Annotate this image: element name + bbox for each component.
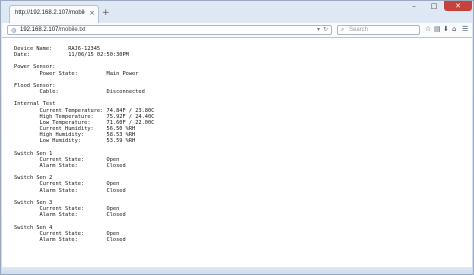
date-value: 11/06/15 02:50:30PM: [68, 52, 129, 59]
close-icon: ✕: [455, 2, 461, 10]
url-host: 192.168.2.107: [20, 27, 59, 33]
switch-3-current-label: Current State:: [39, 206, 85, 213]
search-box[interactable]: ⌕ Search: [337, 25, 420, 35]
high-temperature-value: 75.92F / 24.40C: [106, 113, 155, 120]
current-humidity-label: Current Humidity:: [39, 126, 94, 133]
download-icon[interactable]: ⬇: [443, 25, 449, 34]
switch-4-alarm-value: Closed: [106, 236, 126, 243]
flood-sensor-heading: Flood Sensor:: [14, 82, 56, 89]
low-temperature-label: Low Temperature:: [39, 119, 91, 126]
globe-icon: ◍: [11, 27, 17, 34]
menu-icon[interactable]: ☰: [462, 25, 468, 34]
close-tab-icon[interactable]: ×: [89, 9, 95, 18]
search-placeholder: Search: [349, 27, 369, 33]
switch-1-current-value: Open: [106, 156, 120, 163]
bookmarks-icon[interactable]: ▤: [434, 25, 441, 34]
switch-2-alarm-value: Closed: [106, 187, 126, 194]
power-sensor-heading: Power Sensor:: [14, 64, 56, 71]
date-label: Date:: [14, 52, 30, 59]
minimize-button[interactable]: –: [404, 1, 424, 11]
current-temperature-value: 74.84F / 23.80C: [106, 107, 155, 114]
tab-mobile-txt[interactable]: http://192.168.2.107/mobile.txt ×: [9, 5, 99, 23]
maximize-button[interactable]: □: [424, 1, 444, 11]
switch-2-current-value: Open: [106, 181, 120, 188]
high-humidity-value: 58.53 %RH: [106, 132, 136, 139]
low-humidity-value: 53.59 %RH: [106, 138, 136, 145]
switch-3-alarm-label: Alarm State:: [39, 212, 78, 219]
switch-2-heading: Switch Sen 2: [14, 175, 53, 182]
switch-4-alarm-label: Alarm State:: [39, 236, 78, 243]
dropdown-arrow-icon[interactable]: ▾: [317, 26, 320, 33]
switch-4-heading: Switch Sen 4: [14, 224, 53, 231]
cable-value: Disconnected: [106, 89, 145, 96]
switch-3-heading: Switch Sen 3: [14, 199, 53, 206]
browser-window: http://192.168.2.107/mobile.txt × + – □ …: [0, 0, 474, 275]
switch-1-alarm-value: Closed: [106, 162, 126, 169]
current-temperature-label: Current Temperature:: [39, 107, 104, 114]
navigation-bar: ◍ 192.168.2.107/mobile.txt ▾ ↻ ⌕ Search ☆…: [2, 23, 472, 38]
report-text: Device Name: RAJ6-12345 Date: 11/06/15 0…: [14, 46, 154, 243]
star-icon[interactable]: ☆: [425, 25, 431, 34]
switch-4-current-label: Current State:: [39, 230, 85, 237]
cable-label: Cable:: [39, 89, 59, 96]
toolbar-icons: ☆ ▤ ⬇ ⌂ ☰: [425, 25, 470, 35]
new-tab-icon[interactable]: +: [102, 8, 110, 18]
device-name-label: Device Name:: [14, 46, 53, 52]
url-path: /mobile.txt: [58, 27, 86, 33]
switch-4-current-value: Open: [106, 230, 120, 237]
current-humidity-value: 56.50 %RH: [106, 126, 136, 133]
tab-title: http://192.168.2.107/mobile.txt: [15, 10, 85, 16]
switch-1-current-label: Current State:: [39, 156, 85, 163]
maximize-icon: □: [430, 2, 438, 10]
window-bottom-frame: [2, 267, 472, 274]
address-bar[interactable]: ◍ 192.168.2.107/mobile.txt ▾ ↻: [7, 25, 332, 35]
high-temperature-label: High Temperature:: [39, 113, 94, 120]
switch-1-heading: Switch Sen 1: [14, 150, 53, 157]
switch-3-alarm-value: Closed: [106, 212, 126, 219]
low-humidity-label: Low Humidity:: [39, 138, 81, 145]
home-icon[interactable]: ⌂: [452, 25, 456, 34]
close-window-button[interactable]: ✕: [444, 1, 472, 11]
minimize-icon: –: [412, 2, 416, 10]
page-content: Device Name: RAJ6-12345 Date: 11/06/15 0…: [2, 38, 472, 267]
search-icon: ⌕: [341, 26, 345, 33]
low-temperature-value: 71.60F / 22.00C: [106, 119, 155, 126]
reload-icon[interactable]: ↻: [323, 26, 328, 33]
switch-2-current-label: Current State:: [39, 181, 85, 188]
switch-2-alarm-label: Alarm State:: [39, 187, 78, 194]
url-actions: ▾ ↻: [314, 26, 328, 34]
high-humidity-label: High Humidity:: [39, 132, 85, 139]
switch-1-alarm-label: Alarm State:: [39, 162, 78, 169]
url-text: 192.168.2.107/mobile.txt: [20, 27, 86, 34]
power-state-value: Main Power: [106, 70, 139, 77]
tab-strip: http://192.168.2.107/mobile.txt × + – □ …: [1, 1, 473, 23]
switch-3-current-value: Open: [106, 206, 120, 213]
internal-test-heading: Internal Test: [14, 101, 56, 108]
power-state-label: Power State:: [39, 70, 78, 77]
device-name-value: RAJ6-12345: [68, 46, 101, 52]
